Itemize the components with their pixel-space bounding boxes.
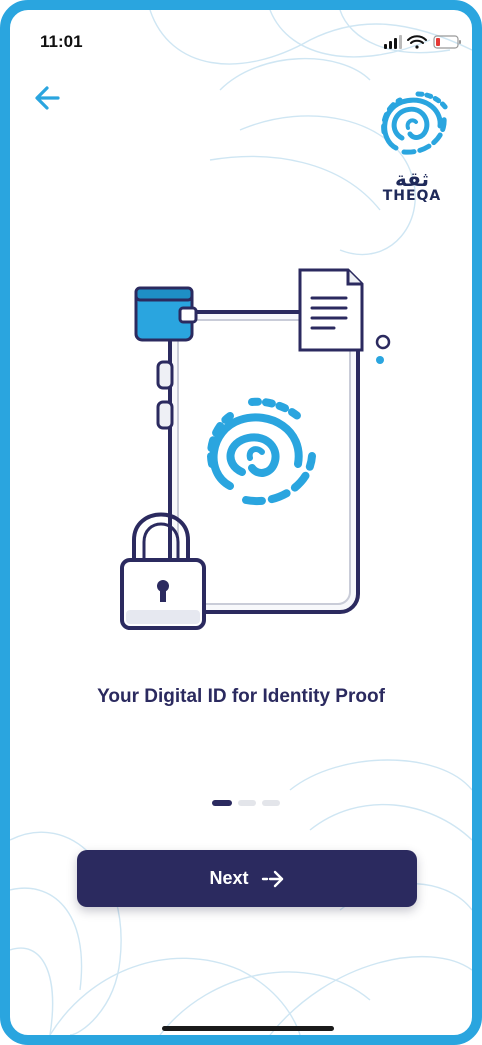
wifi-icon xyxy=(407,35,427,49)
status-bar: 11:01 xyxy=(10,10,472,70)
app-screen: 11:01 ثقة THEQA Your Digital ID for Iden… xyxy=(0,0,482,1045)
onboarding-illustration xyxy=(120,268,391,630)
onboarding-headline: Your Digital ID for Identity Proof xyxy=(97,686,385,707)
theqa-logo xyxy=(381,91,449,155)
home-indicator[interactable] xyxy=(162,1026,334,1031)
battery-icon xyxy=(433,35,461,49)
next-button[interactable]: Next xyxy=(77,850,417,907)
page-dot-2 xyxy=(238,800,256,806)
logo-latin-text: THEQA xyxy=(382,188,442,204)
status-icons xyxy=(384,35,461,49)
theqa-wordmark: ثقة THEQA xyxy=(372,167,452,204)
arrow-left-icon xyxy=(35,86,60,110)
arrow-right-icon xyxy=(261,870,283,887)
status-time: 11:01 xyxy=(40,32,83,51)
signal-icon xyxy=(384,35,402,49)
logo-arabic-text: ثقة xyxy=(394,167,430,191)
page-indicator xyxy=(212,800,292,808)
back-button[interactable] xyxy=(30,80,66,116)
page-dot-3 xyxy=(262,800,280,806)
next-button-label: Next xyxy=(209,868,249,888)
page-dot-1 xyxy=(212,800,232,806)
